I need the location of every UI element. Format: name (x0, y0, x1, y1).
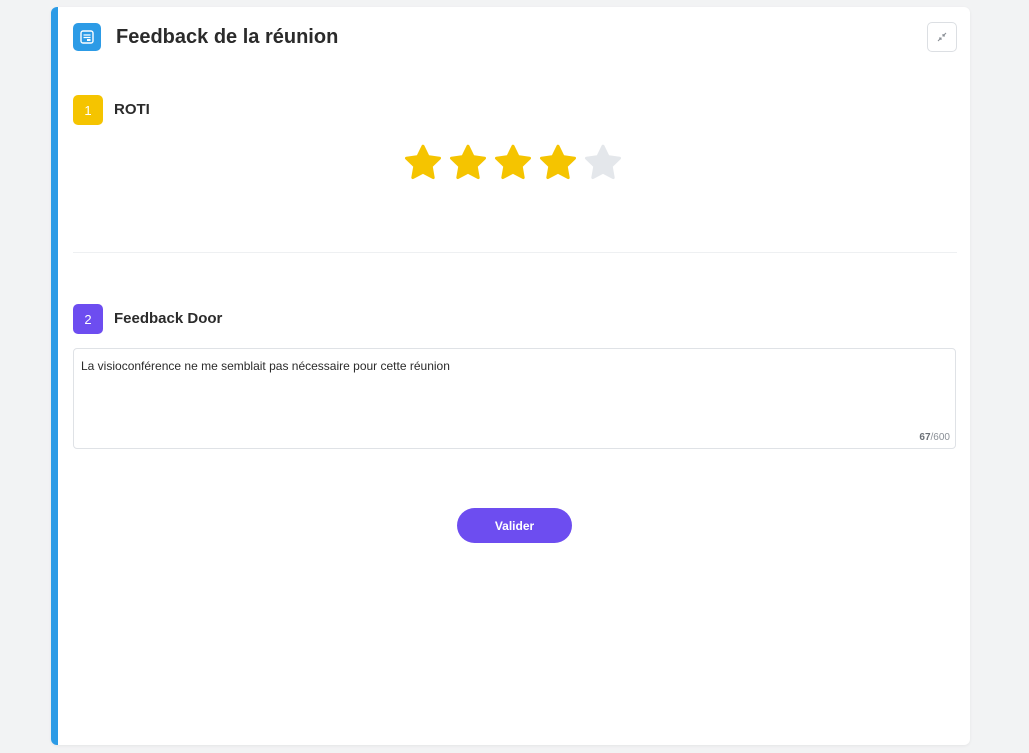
feedback-textarea-container: La visioconférence ne me semblait pas né… (73, 348, 956, 449)
character-counter: 67/600 (919, 432, 950, 443)
star-empty-icon[interactable] (583, 143, 623, 183)
section-number: 1 (84, 102, 92, 118)
feedback-card: Feedback de la réunion 1 ROTI 2 Feedback… (51, 7, 970, 745)
collapse-button[interactable] (927, 22, 957, 52)
section-number-badge-2: 2 (73, 304, 103, 334)
accent-bar (51, 7, 58, 745)
star-rating[interactable] (403, 143, 623, 183)
form-icon (73, 23, 101, 51)
star-filled-icon[interactable] (403, 143, 443, 183)
collapse-icon (937, 32, 947, 42)
section-number-badge-1: 1 (73, 95, 103, 125)
star-filled-icon[interactable] (538, 143, 578, 183)
submit-button[interactable]: Valider (457, 508, 572, 543)
section-title-feedback-door: Feedback Door (114, 310, 223, 327)
character-limit: /600 (930, 432, 950, 443)
page-title: Feedback de la réunion (116, 26, 339, 48)
section-divider (73, 252, 957, 253)
star-filled-icon[interactable] (448, 143, 488, 183)
star-filled-icon[interactable] (493, 143, 533, 183)
feedback-textarea[interactable]: La visioconférence ne me semblait pas né… (74, 349, 955, 448)
section-number: 2 (84, 311, 92, 327)
section-title-roti: ROTI (114, 101, 150, 118)
character-count: 67 (919, 432, 931, 443)
